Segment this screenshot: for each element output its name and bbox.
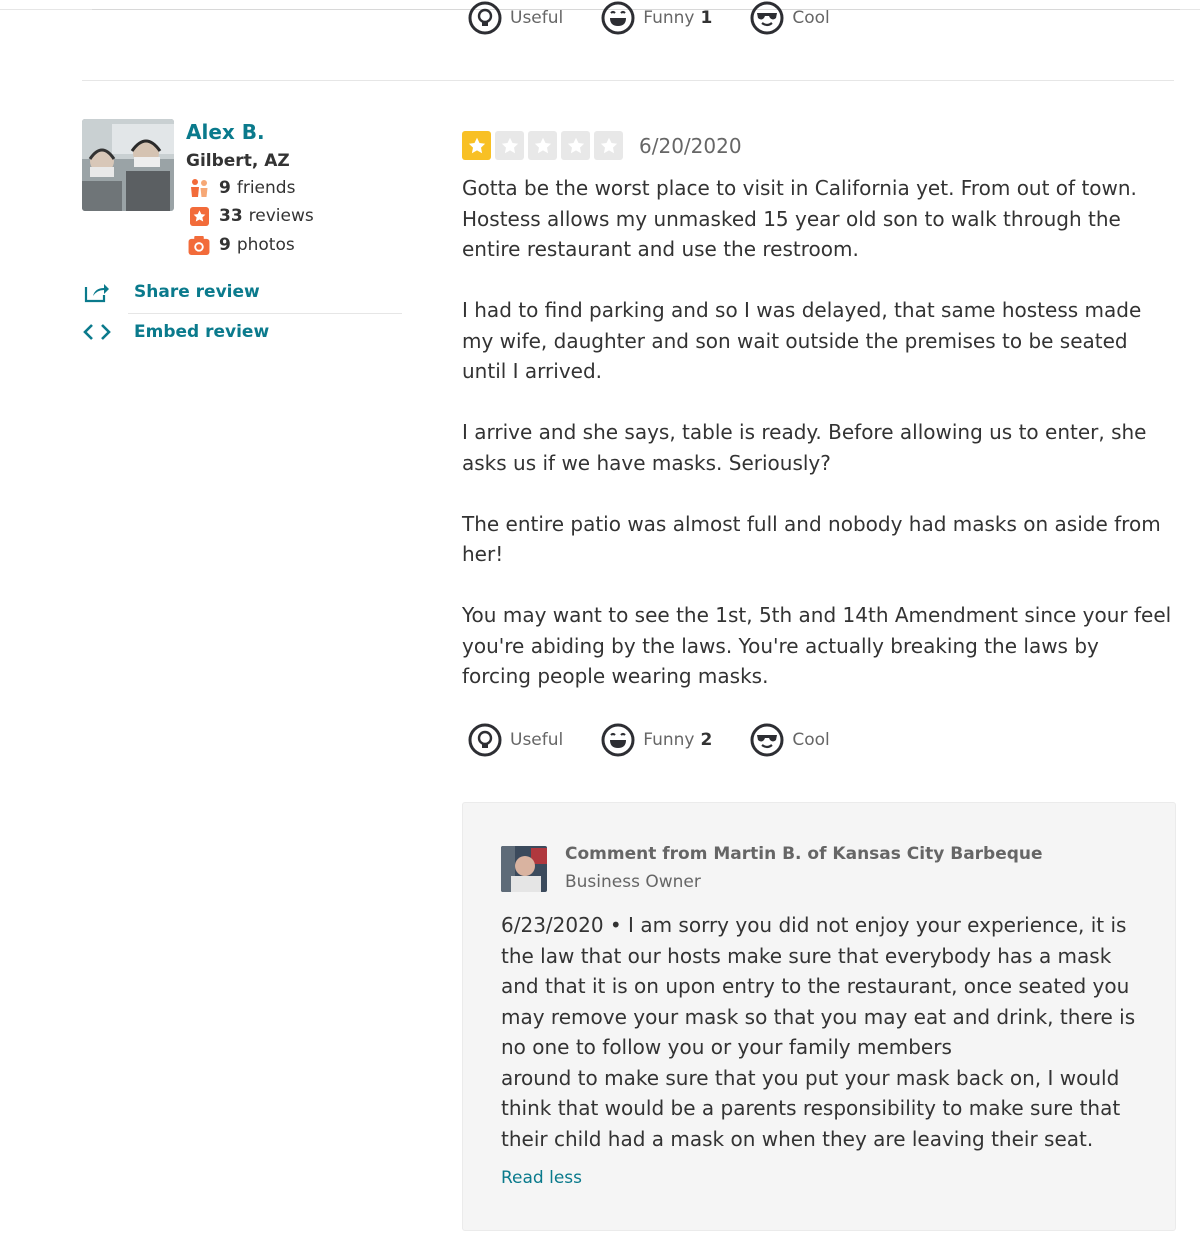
funny-count: 2 <box>700 730 713 750</box>
funny-button[interactable]: Funny 1 <box>601 1 712 35</box>
read-less-link[interactable]: Read less <box>501 1168 582 1188</box>
photos-label: photos <box>236 235 295 255</box>
review-paragraph: I had to find parking and so I was delay… <box>462 298 1142 383</box>
useful-label: Useful <box>510 730 564 750</box>
cool-icon <box>750 1 784 35</box>
star-icon <box>495 131 524 160</box>
review-text: Gotta be the worst place to visit in Cal… <box>462 173 1174 722</box>
photos-stat: 9 photos <box>188 235 295 255</box>
funny-button[interactable]: Funny 2 <box>601 723 712 757</box>
useful-button[interactable]: Useful <box>468 1 563 35</box>
owner-avatar[interactable] <box>501 846 547 892</box>
review-date: 6/20/2020 <box>639 134 742 158</box>
share-review-label: Share review <box>134 282 260 302</box>
cool-label: Cool <box>792 8 830 28</box>
review-divider <box>82 80 1174 81</box>
comment-header: Comment from Martin B. of Kansas City Ba… <box>565 844 1043 864</box>
star-icon <box>561 131 590 160</box>
embed-review-link[interactable]: Embed review <box>82 322 269 342</box>
reviews-stat: 33 reviews <box>188 206 314 226</box>
friends-label: friends <box>236 178 296 198</box>
star-rating <box>462 131 627 160</box>
reviews-count: 33 <box>219 206 243 226</box>
cool-icon <box>750 723 784 757</box>
share-review-link[interactable]: Share review <box>82 281 260 303</box>
user-avatar[interactable] <box>82 119 174 211</box>
user-location: Gilbert, AZ <box>186 151 290 171</box>
owner-comment: Comment from Martin B. of Kansas City Ba… <box>462 802 1176 1231</box>
funny-icon <box>601 1 635 35</box>
user-name[interactable]: Alex B. <box>186 120 265 144</box>
review-votes: Useful Funny 2 Cool <box>468 722 868 758</box>
funny-count: 1 <box>700 8 713 28</box>
comment-text: 6/23/2020 • I am sorry you did not enjoy… <box>501 913 1136 1151</box>
reviews-star-icon <box>188 206 210 226</box>
review-paragraph: You may want to see the 1st, 5th and 14t… <box>462 603 1172 688</box>
embed-code-icon <box>82 322 112 342</box>
cool-button[interactable]: Cool <box>750 723 830 757</box>
photos-count: 9 <box>219 235 231 255</box>
owner-role: Business Owner <box>565 872 701 892</box>
review-paragraph: I arrive and she says, table is ready. B… <box>462 420 1147 475</box>
friends-icon <box>188 178 210 198</box>
review-paragraph: The entire patio was almost full and nob… <box>462 511 1161 567</box>
embed-review-label: Embed review <box>134 322 270 342</box>
star-icon <box>462 131 491 160</box>
star-icon <box>528 131 557 160</box>
star-icon <box>594 131 623 160</box>
prev-review-votes: Useful Funny 1 Cool <box>468 0 868 36</box>
useful-icon <box>468 1 502 35</box>
share-icon <box>82 281 112 303</box>
reviews-label: reviews <box>248 206 314 226</box>
friends-stat: 9 friends <box>188 178 295 198</box>
useful-label: Useful <box>510 8 564 28</box>
funny-label: Funny <box>643 730 695 750</box>
cool-label: Cool <box>792 730 830 750</box>
funny-label: Funny <box>643 8 695 28</box>
review-paragraph: Gotta be the worst place to visit in Cal… <box>462 176 1137 261</box>
funny-icon <box>601 723 635 757</box>
actions-separator <box>128 313 402 314</box>
useful-icon <box>468 723 502 757</box>
cool-button[interactable]: Cool <box>750 1 830 35</box>
friends-count: 9 <box>219 178 231 198</box>
useful-button[interactable]: Useful <box>468 723 563 757</box>
camera-icon <box>188 235 210 255</box>
